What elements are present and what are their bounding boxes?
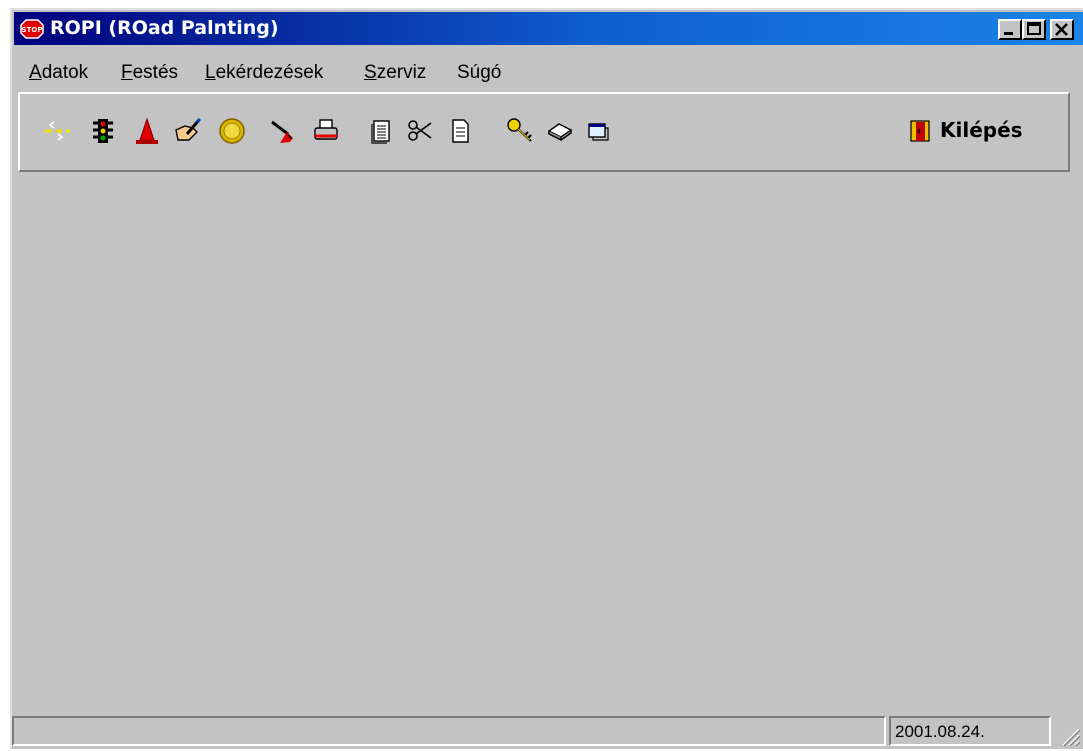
traffic-light-icon	[93, 119, 113, 143]
resize-grip-icon[interactable]	[1057, 723, 1081, 747]
status-pane-main	[12, 716, 886, 746]
window-title: ROPI (ROad Palnting)	[50, 17, 279, 39]
tool-hand-pencil[interactable]	[173, 116, 203, 146]
window-icon	[588, 123, 609, 141]
scissors-icon	[408, 120, 432, 141]
tool-scissors[interactable]	[405, 116, 435, 146]
hand-pencil-icon	[175, 117, 202, 141]
tool-traffic-cone[interactable]	[132, 116, 162, 146]
tool-document[interactable]	[366, 116, 396, 146]
page-icon	[452, 119, 469, 143]
key-icon	[507, 118, 532, 142]
road-marking-icon	[45, 121, 70, 141]
eraser-icon	[547, 123, 573, 142]
maximize-button[interactable]	[1022, 19, 1046, 40]
tool-road-marking[interactable]	[42, 116, 72, 146]
menu-adatok[interactable]: Adatok	[29, 62, 88, 84]
close-button[interactable]	[1050, 19, 1074, 40]
tool-paint-brush[interactable]	[268, 116, 298, 146]
coin-icon	[219, 118, 245, 144]
tool-window[interactable]	[583, 116, 613, 146]
tool-traffic-light[interactable]	[88, 116, 118, 146]
minimize-icon	[1004, 32, 1013, 35]
menu-festes[interactable]: Festés	[121, 62, 178, 84]
title-bar[interactable]: STOP ROPI (ROad Palnting)	[14, 12, 1083, 45]
svg-text:STOP: STOP	[22, 26, 43, 34]
toolbar: Kilépés	[18, 92, 1070, 172]
tool-printer[interactable]	[311, 116, 341, 146]
stop-sign-icon: STOP	[20, 19, 44, 39]
tool-coin[interactable]	[217, 116, 247, 146]
app-window: STOP ROPI (ROad Palnting) Adatok Festés …	[10, 8, 1083, 749]
menu-szerviz[interactable]: Szerviz	[364, 62, 426, 84]
exit-label: Kilépés	[940, 118, 1023, 142]
status-bar: 2001.08.24.	[12, 712, 1083, 751]
tool-key[interactable]	[505, 116, 535, 146]
tool-eraser[interactable]	[545, 116, 575, 146]
paint-brush-icon	[271, 120, 293, 143]
exit-door-icon	[910, 120, 930, 142]
printer-icon	[314, 119, 338, 140]
tool-page[interactable]	[445, 116, 475, 146]
status-pane-date: 2001.08.24.	[889, 716, 1051, 746]
close-icon	[1055, 23, 1068, 36]
traffic-cone-icon	[136, 117, 158, 144]
document-icon	[371, 120, 390, 144]
menu-lekerdezesek[interactable]: Lekérdezések	[205, 62, 323, 84]
maximize-icon	[1027, 22, 1041, 35]
status-date: 2001.08.24.	[895, 722, 985, 741]
menu-sugo[interactable]: Súgó	[457, 62, 501, 84]
minimize-button[interactable]	[998, 19, 1022, 40]
